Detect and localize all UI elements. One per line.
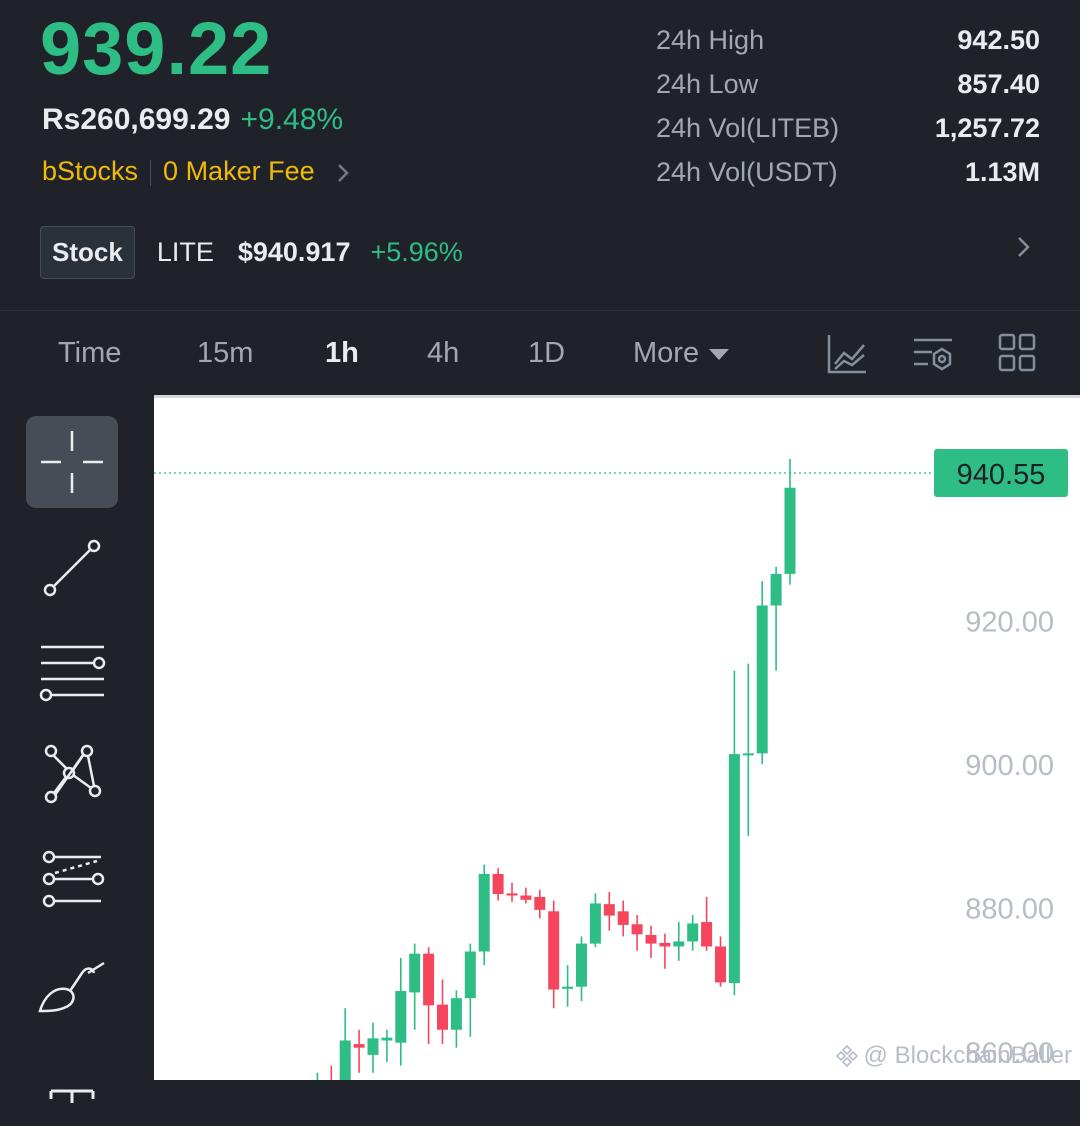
candle-body [589,903,601,944]
y-axis-tick-label: 880.00 [965,894,1054,926]
interval-tabs: Time 15m 1h 4h 1D More [0,310,1080,397]
crosshair-icon [41,431,103,493]
text-icon [49,1089,95,1103]
candle-body [576,943,587,987]
promo-brand: bStocks [42,156,139,186]
candle-body [770,573,782,606]
candle-body [367,1038,379,1055]
candle-body [728,754,740,984]
stock-change: +5.96% [370,236,463,267]
stat-label: 24h Vol(LITEB) [656,112,840,143]
stat-value: 857.40 [957,68,1040,99]
current-price-label: 940.55 [957,459,1046,491]
fib-lines-icon [42,850,105,908]
trend-line-tool[interactable] [26,522,118,614]
tab-1d[interactable]: 1D [528,337,565,370]
candle-body [423,953,435,1006]
last-price: 939.22 [40,7,273,90]
candle-body [784,487,796,574]
stat-24h-high: 24h High 942.50 [656,18,1040,62]
grid-layout-icon[interactable] [998,333,1036,378]
candle-body [687,923,699,942]
underlying-stock-row[interactable]: Stock LITE $940.917 +5.96% [40,225,1040,279]
chevron-right-icon [336,156,350,187]
candle-body [534,896,546,910]
tab-1h[interactable]: 1h [325,337,359,370]
stat-value: 942.50 [957,24,1040,55]
pattern-icon [44,744,102,804]
candle-body [409,953,421,993]
candle-body [548,911,560,990]
market-stats: 24h High 942.50 24h Low 857.40 24h Vol(L… [656,18,1040,194]
candle-body [464,951,476,999]
candle-body [381,1037,393,1041]
drawing-toolbar [0,398,154,1103]
chart-indicator-icon[interactable] [826,333,868,380]
text-tool[interactable] [26,1034,118,1126]
candle-body [756,605,768,754]
promo-banner[interactable]: bStocks 0 Maker Fee [42,156,350,187]
candle-body [701,922,713,947]
candle-body [353,1044,365,1048]
brush-icon [38,961,105,1013]
candle-body [659,942,671,947]
stat-24h-low: 24h Low 857.40 [656,62,1040,106]
candle-body [562,986,574,989]
stock-price: $940.917 [237,236,351,267]
stat-label: 24h Low [656,68,759,99]
trend-line-icon [43,539,101,597]
candle-body [603,904,615,916]
watermark-text: @ BlockchainBaller [863,1042,1072,1069]
ticker-header: 939.22 Rs260,699.29 +9.48% bStocks 0 Maker… [0,0,1080,310]
stock-badge: Stock [40,225,135,279]
watermark: @ BlockchainBaller [834,1042,1072,1070]
price-change-percent: +9.48% [240,103,344,136]
y-axis-tick-label: 900.00 [965,750,1054,782]
brush-tool[interactable] [26,938,118,1030]
candle-body [645,934,657,944]
candle-body [339,1040,351,1080]
pattern-tool[interactable] [26,730,118,822]
candle-body [395,990,407,1043]
crosshair-tool[interactable] [26,416,118,508]
horizontal-lines-icon [39,645,106,702]
chevron-right-icon [1016,234,1032,267]
candle-body [437,1004,448,1030]
stat-24h-vol-quote: 24h Vol(USDT) 1.13M [656,150,1040,194]
candle-body [506,893,518,896]
candle-body [450,998,462,1030]
fiat-price: Rs260,699.29 [42,103,231,136]
candle-body [492,873,504,895]
y-axis-tick-label: 920.00 [965,607,1054,639]
settings-sliders-icon[interactable] [912,333,954,380]
horizontal-lines-tool[interactable] [26,626,118,718]
stat-value: 1.13M [964,156,1040,187]
fib-lines-tool[interactable] [26,834,118,926]
binance-logo-icon [835,1044,858,1068]
promo-text: 0 Maker Fee [163,156,315,186]
caret-down-icon [709,348,730,360]
stat-24h-vol-base: 24h Vol(LITEB) 1,257.72 [656,106,1040,150]
stat-label: 24h Vol(USDT) [656,156,838,187]
tab-more-label: More [633,337,700,369]
tab-more[interactable]: More [633,337,730,370]
tab-4h[interactable]: 4h [427,337,459,370]
candle-body [715,946,726,983]
candle-body [673,941,685,947]
candle-body [478,873,490,952]
fiat-price-row: Rs260,699.29 +9.48% [42,103,343,137]
price-chart[interactable]: 920.00 900.00 880.00 860.00 940.55 @ Blockch… [154,398,1080,1080]
candle-body [617,911,629,925]
candlestick-chart: 920.00900.00880.00860.00940.55 [154,449,1068,1080]
stock-symbol: LITE [156,236,214,267]
stat-value: 1,257.72 [934,112,1040,143]
tab-15m[interactable]: 15m [197,337,253,370]
candle-body [742,753,754,756]
candle-body [631,924,643,935]
tab-time[interactable]: Time [58,337,121,370]
candle-body [520,895,532,900]
promo-divider [150,159,152,186]
stat-label: 24h High [656,24,765,55]
